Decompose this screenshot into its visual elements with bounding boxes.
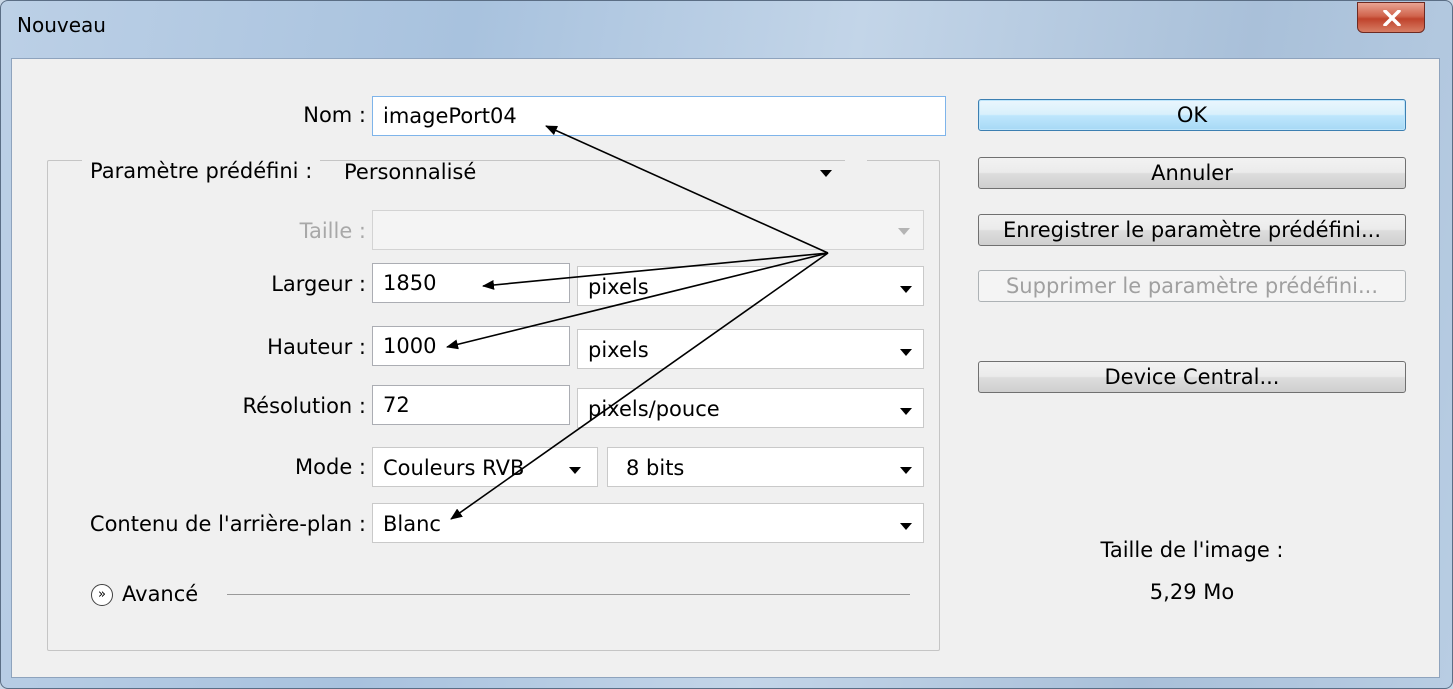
image-size-value: 5,29 Mo bbox=[1149, 580, 1235, 604]
nom-input[interactable]: imagePort04 bbox=[372, 96, 946, 136]
save-preset-button[interactable]: Enregistrer le paramètre prédéfini... bbox=[978, 214, 1406, 246]
close-x-icon bbox=[1383, 10, 1401, 26]
resolution-unit-select[interactable]: pixels/pouce bbox=[577, 388, 924, 428]
window-title: Nouveau bbox=[17, 13, 106, 37]
avance-label[interactable]: Avancé bbox=[122, 582, 198, 606]
expand-chevron-icon[interactable]: » bbox=[91, 584, 113, 606]
device-central-button[interactable]: Device Central... bbox=[978, 361, 1406, 393]
contenu-value: Blanc bbox=[383, 512, 441, 536]
title-bar[interactable]: Nouveau bbox=[1, 1, 1452, 51]
hauteur-unit-value: pixels bbox=[588, 338, 649, 362]
taille-select bbox=[372, 210, 924, 250]
nom-label: Nom : bbox=[303, 103, 366, 127]
chevron-down-icon bbox=[820, 170, 832, 177]
groupbox-gap bbox=[845, 160, 867, 162]
largeur-label: Largeur : bbox=[271, 272, 366, 296]
cancel-button[interactable]: Annuler bbox=[978, 157, 1406, 189]
preset-select[interactable]: Personnalisé bbox=[333, 151, 845, 191]
contenu-label: Contenu de l'arrière-plan : bbox=[89, 512, 366, 536]
contenu-select[interactable]: Blanc bbox=[372, 503, 924, 543]
chevron-down-icon bbox=[898, 228, 910, 235]
chevron-down-icon bbox=[900, 467, 912, 474]
largeur-unit-select[interactable]: pixels bbox=[577, 266, 924, 306]
delete-preset-button: Supprimer le paramètre prédéfini... bbox=[978, 270, 1406, 302]
preset-value: Personnalisé bbox=[344, 160, 477, 184]
largeur-input[interactable]: 1850 bbox=[372, 263, 570, 303]
resolution-label: Résolution : bbox=[242, 394, 366, 418]
preset-label: Paramètre prédéfini : bbox=[82, 159, 321, 183]
mode-label: Mode : bbox=[295, 455, 366, 479]
bits-select[interactable]: 8 bits bbox=[607, 447, 924, 487]
chevron-down-icon bbox=[900, 349, 912, 356]
largeur-unit-value: pixels bbox=[588, 275, 649, 299]
chevron-down-icon bbox=[900, 286, 912, 293]
chevron-down-icon bbox=[900, 523, 912, 530]
ok-button[interactable]: OK bbox=[978, 99, 1406, 131]
avance-divider bbox=[227, 594, 910, 595]
taille-label: Taille : bbox=[299, 219, 366, 243]
hauteur-unit-select[interactable]: pixels bbox=[577, 329, 924, 369]
hauteur-input[interactable]: 1000 bbox=[372, 326, 570, 366]
resolution-unit-value: pixels/pouce bbox=[588, 397, 720, 421]
mode-select[interactable]: Couleurs RVB bbox=[372, 447, 598, 487]
chevron-down-icon bbox=[569, 467, 581, 474]
hauteur-label: Hauteur : bbox=[267, 335, 366, 359]
mode-value: Couleurs RVB bbox=[383, 456, 525, 480]
image-size-label: Taille de l'image : bbox=[1100, 538, 1284, 562]
close-button[interactable] bbox=[1357, 2, 1425, 33]
resolution-input[interactable]: 72 bbox=[372, 385, 570, 425]
chevron-down-icon bbox=[900, 408, 912, 415]
bits-value: 8 bits bbox=[626, 456, 685, 480]
